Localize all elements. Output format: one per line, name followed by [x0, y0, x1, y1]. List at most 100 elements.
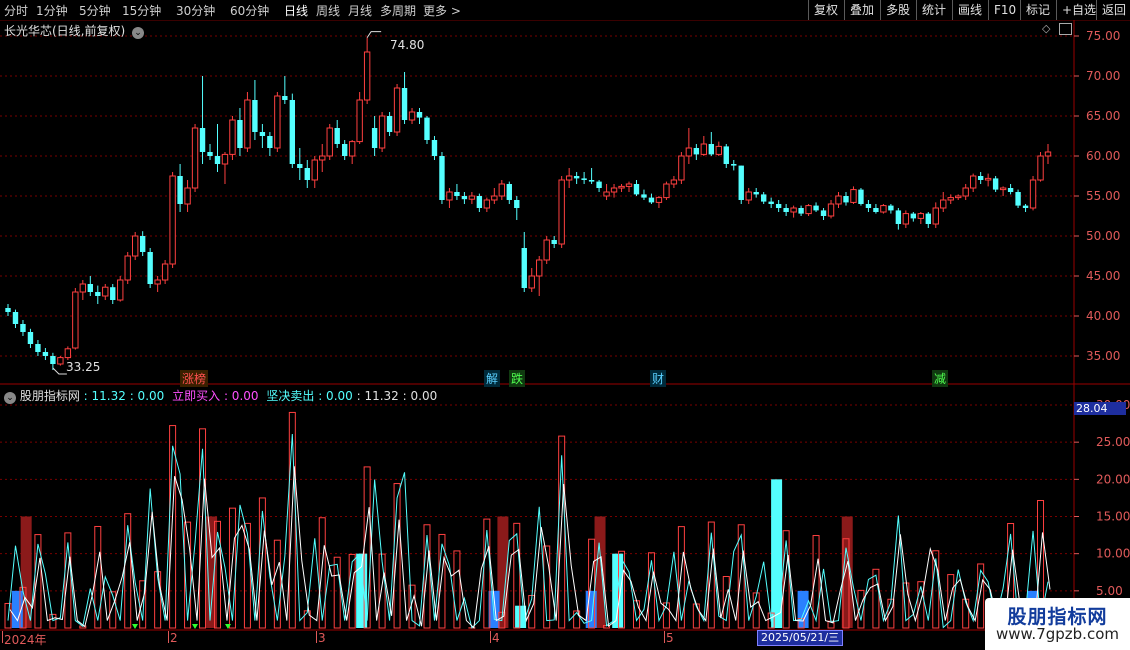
candle	[573, 172, 580, 184]
indicator-bars	[4, 411, 1051, 629]
candle	[528, 268, 535, 292]
candle	[551, 236, 557, 248]
candle	[977, 172, 984, 184]
candle	[401, 72, 408, 124]
candle	[1044, 144, 1052, 164]
candle	[1022, 204, 1029, 212]
event-tag-2[interactable]: 跌	[509, 370, 526, 387]
candle	[962, 184, 969, 200]
candle	[536, 256, 543, 296]
candle	[139, 231, 146, 256]
diamond-icon[interactable]: ◇	[1042, 22, 1050, 35]
candle	[184, 180, 191, 212]
candle	[925, 212, 931, 228]
candle	[827, 200, 835, 219]
candle	[35, 340, 41, 356]
candle	[700, 136, 708, 156]
time-tick	[664, 631, 665, 643]
indicator-bar	[49, 613, 57, 629]
candle	[850, 186, 857, 204]
candle	[177, 164, 183, 212]
panel-toggle-icon[interactable]	[1059, 23, 1072, 35]
candle	[895, 208, 902, 230]
candle	[79, 280, 87, 300]
price-tick-label: 60.00	[1086, 149, 1120, 163]
candle	[348, 140, 356, 164]
event-tag-0[interactable]: 涨榜	[180, 370, 209, 387]
candle	[940, 192, 947, 212]
candle	[910, 212, 917, 222]
chevron-down-icon[interactable]: ⌄	[4, 392, 16, 404]
candle	[132, 232, 139, 260]
candle	[843, 192, 849, 206]
indicator-tick-label: 25.00	[1096, 435, 1130, 449]
indicator-tick-label: 5.00	[1096, 584, 1123, 598]
candle	[813, 202, 819, 212]
indicator-value-1: : 11.32 : 0.00	[83, 389, 165, 403]
time-label-4: 5	[666, 631, 674, 645]
high-pointer	[366, 31, 382, 38]
indicator-value-2: : 11.32 : 0.00	[356, 389, 438, 403]
price-tick-label: 50.00	[1086, 229, 1120, 243]
indicator-bar	[962, 598, 970, 629]
buy-arrow	[132, 624, 138, 629]
candle	[64, 346, 72, 360]
candle	[297, 148, 303, 180]
candle	[917, 212, 924, 224]
candle	[304, 160, 310, 188]
candle	[790, 205, 797, 218]
candle	[87, 276, 93, 296]
candle	[888, 204, 894, 214]
chevron-down-icon[interactable]: ⌄	[132, 27, 145, 39]
time-tick	[2, 631, 3, 643]
candle	[820, 208, 827, 220]
candle	[454, 184, 460, 200]
indicator-block	[797, 590, 809, 628]
indicator-name: 股朋指标网	[19, 389, 80, 403]
candle	[768, 197, 774, 208]
candle	[161, 260, 169, 284]
candle	[648, 193, 655, 204]
candle	[753, 188, 759, 198]
sell-value: : 0.00	[318, 389, 353, 403]
candle	[969, 173, 977, 192]
candle	[1037, 152, 1044, 182]
price-tick-label: 55.00	[1086, 189, 1120, 203]
candle	[708, 132, 715, 156]
high-price-label: 74.80	[390, 38, 425, 52]
event-tag-3[interactable]: 财	[650, 370, 667, 387]
kline-chart[interactable]: 75.0070.0065.0060.0055.0050.0045.0040.00…	[0, 0, 1130, 650]
candle	[775, 200, 782, 212]
candle	[984, 173, 992, 187]
candle	[102, 284, 109, 300]
candle	[1029, 176, 1037, 211]
time-label-2: 3	[318, 631, 326, 645]
candle	[20, 320, 26, 336]
candle	[95, 285, 101, 304]
candle	[955, 194, 962, 200]
candle	[655, 196, 663, 208]
candle	[229, 116, 236, 160]
buy-label: 立即买入	[172, 389, 221, 403]
candle	[117, 276, 124, 302]
candle	[439, 152, 445, 204]
candle	[282, 76, 288, 104]
candle	[723, 144, 729, 168]
candle	[491, 188, 498, 204]
candle	[408, 108, 416, 124]
buy-arrow	[192, 624, 198, 629]
candle	[371, 116, 378, 156]
candle	[237, 108, 243, 156]
event-tag-1[interactable]: 解	[484, 370, 501, 387]
candle	[498, 180, 506, 200]
event-tag-4[interactable]: 减	[932, 370, 949, 387]
candle	[715, 141, 722, 156]
candle	[244, 92, 251, 152]
candle	[999, 186, 1007, 196]
candle	[873, 204, 879, 214]
candle	[267, 132, 273, 156]
candle	[461, 192, 468, 204]
candle	[731, 160, 737, 171]
candle	[1007, 184, 1014, 195]
indicator-bar	[109, 591, 117, 629]
